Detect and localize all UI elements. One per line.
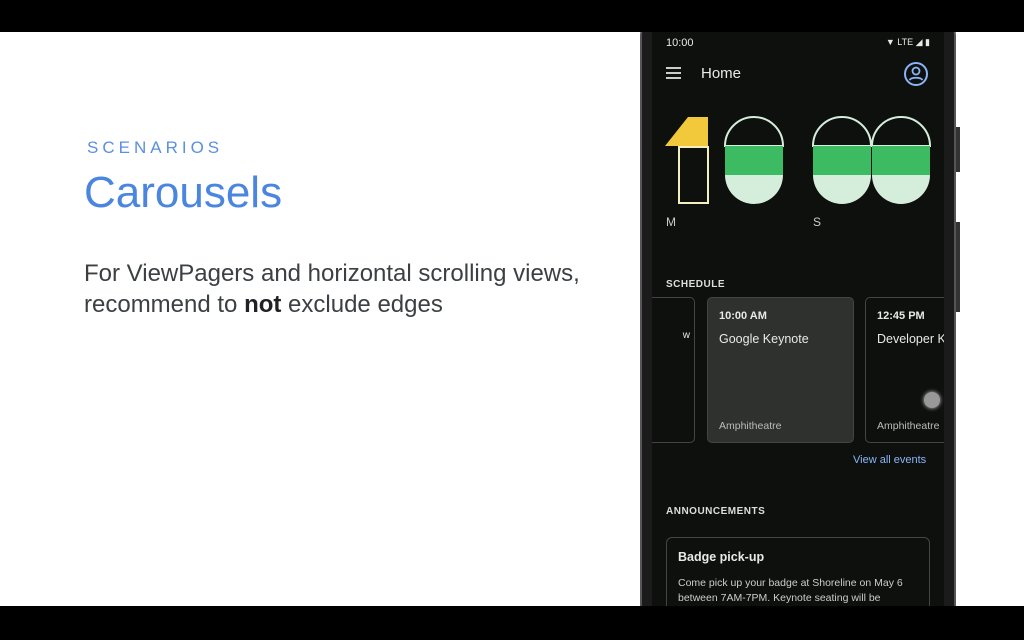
phone-power-button <box>956 127 960 172</box>
account-circle-icon[interactable] <box>904 62 928 86</box>
signal-icon: ◢ <box>915 37 923 47</box>
status-icons: ▼ LTE ◢ ▮ <box>886 37 930 48</box>
body-bold: not <box>244 291 282 318</box>
touch-indicator <box>924 392 940 408</box>
wifi-icon: ▼ <box>885 37 895 47</box>
schedule-card[interactable]: 12:45 PM Developer K Amphitheatre <box>865 297 944 443</box>
phone-screen: 10:00 ▼ LTE ◢ ▮ Home M S SCHEDULE w 10:0… <box>652 32 944 606</box>
digit-zero <box>723 116 785 204</box>
event-time: 12:45 PM <box>877 310 925 322</box>
status-time: 10:00 <box>666 37 694 49</box>
view-all-events-link[interactable]: View all events <box>853 454 926 466</box>
announcements-heading: ANNOUNCEMENTS <box>666 506 766 517</box>
network-label: LTE <box>897 37 914 47</box>
body-text-end: exclude edges <box>281 291 443 318</box>
event-name: Developer K <box>877 332 944 346</box>
event-name: Google Keynote <box>719 332 809 346</box>
digit-one-stem <box>678 146 709 204</box>
countdown-graphic <box>665 116 932 204</box>
announcement-title: Badge pick-up <box>678 550 765 564</box>
slide-eyebrow: SCENARIOS <box>87 138 224 157</box>
event-name: w <box>682 330 690 341</box>
appbar-title: Home <box>701 65 742 82</box>
announcement-card[interactable]: Badge pick-up Come pick up your badge at… <box>666 537 930 606</box>
digit-zero <box>811 116 873 204</box>
hamburger-menu-icon[interactable] <box>666 67 681 82</box>
slide-title: Carousels <box>84 168 283 217</box>
schedule-card[interactable]: 10:00 AM Google Keynote Amphitheatre <box>707 297 854 443</box>
event-place: Amphitheatre <box>877 420 940 432</box>
slide-body: For ViewPagers and horizontal scrolling … <box>84 258 584 320</box>
battery-icon: ▮ <box>925 37 930 47</box>
announcement-text: Come pick up your badge at Shoreline on … <box>678 577 903 604</box>
digit-one-top <box>665 117 708 146</box>
event-time: 10:00 AM <box>719 310 767 322</box>
digit-zero <box>870 116 932 204</box>
schedule-heading: SCHEDULE <box>666 279 726 290</box>
schedule-card[interactable]: w <box>652 297 695 443</box>
event-place: Amphitheatre <box>719 420 782 432</box>
phone-volume-button <box>956 222 960 312</box>
countdown-label-minutes: M <box>666 215 676 229</box>
countdown-label-seconds: S <box>813 215 822 229</box>
